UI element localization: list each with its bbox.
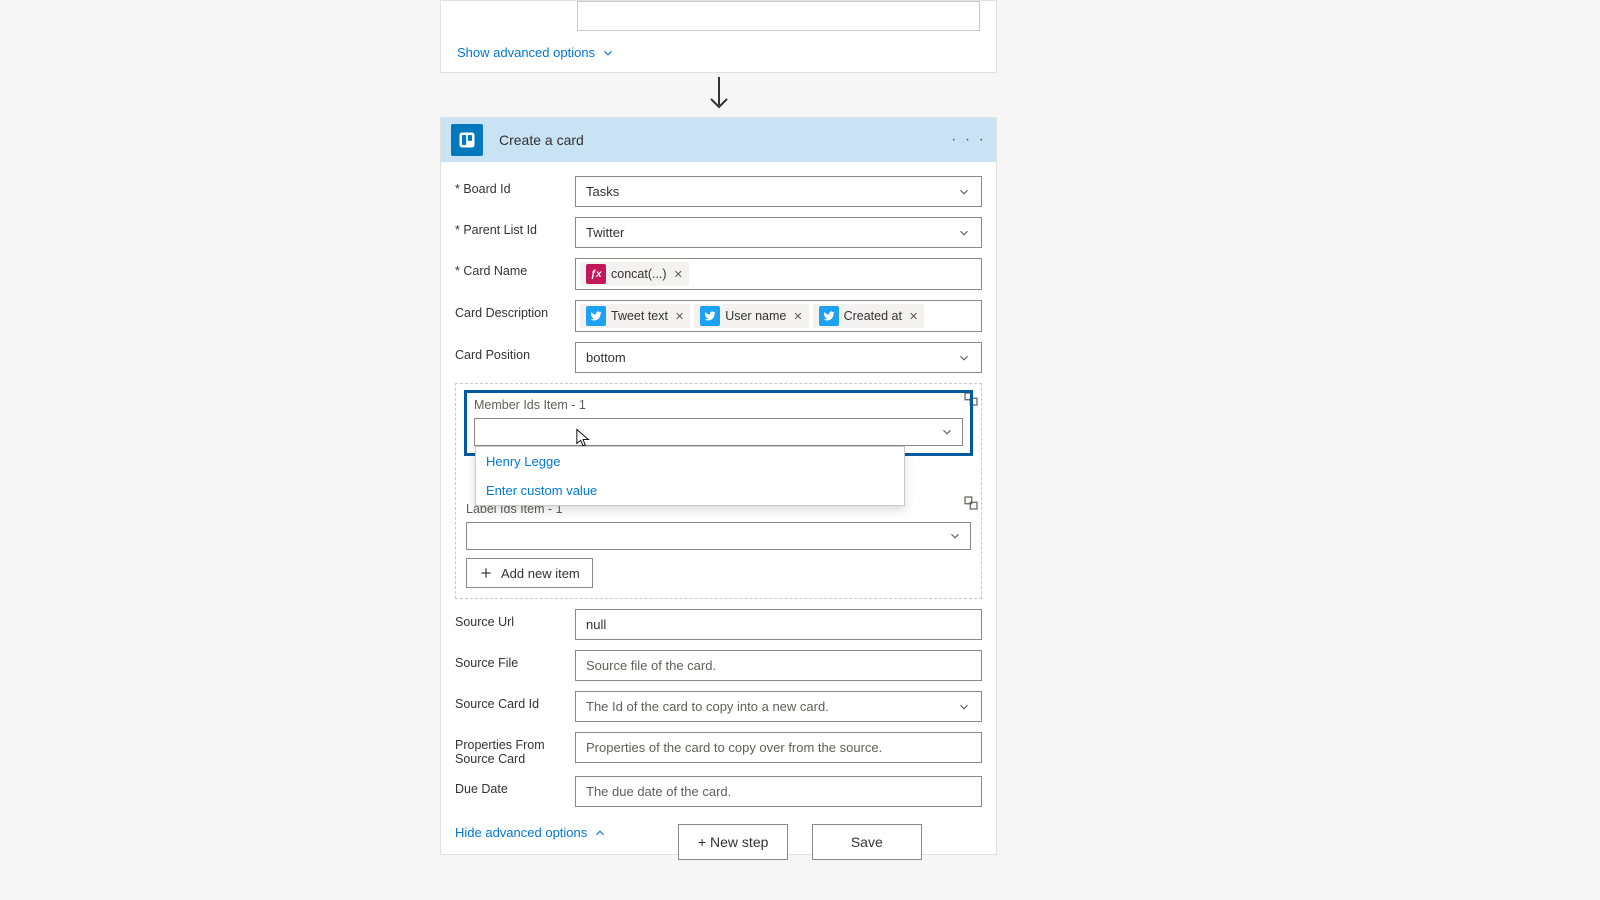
source-file-label: Source File [455, 650, 575, 670]
twitter-icon [819, 306, 839, 326]
save-button[interactable]: Save [812, 824, 922, 860]
member-option-henry[interactable]: Henry Legge [476, 447, 904, 476]
board-id-value: Tasks [586, 184, 957, 199]
create-card-action: Create a card · · · Board Id Tasks [440, 117, 997, 855]
token-remove[interactable]: ✕ [791, 310, 802, 323]
chevron-down-icon [957, 185, 971, 199]
previous-action-card: Show advanced options [440, 0, 997, 73]
card-title: Create a card [483, 132, 584, 148]
props-from-source-label: Properties From Source Card [455, 732, 575, 766]
parent-list-id-value: Twitter [586, 225, 957, 240]
member-ids-label: Member Ids Item - 1 [474, 398, 963, 412]
source-card-id-placeholder: The Id of the card to copy into a new ca… [586, 699, 957, 714]
board-id-select[interactable]: Tasks [575, 176, 982, 207]
source-card-id-label: Source Card Id [455, 691, 575, 711]
plus-icon [479, 566, 493, 580]
token-remove[interactable]: ✕ [673, 310, 684, 323]
add-new-item-button[interactable]: Add new item [466, 558, 593, 588]
chevron-down-icon [601, 46, 615, 60]
member-ids-dropdown: Henry Legge Enter custom value [475, 446, 905, 506]
card-menu-button[interactable]: · · · [951, 131, 986, 149]
twitter-icon [700, 306, 720, 326]
chevron-down-icon [957, 351, 971, 365]
token-tweet-text[interactable]: Tweet text ✕ [580, 304, 690, 328]
cursor-icon [575, 428, 591, 448]
token-text: Created at [844, 309, 902, 323]
chevron-down-icon [957, 226, 971, 240]
card-name-input[interactable]: ƒx concat(...) ✕ [575, 258, 982, 290]
card-header[interactable]: Create a card · · · [441, 118, 996, 162]
chevron-down-icon [940, 425, 954, 439]
member-ids-select[interactable] [474, 418, 963, 446]
chevron-down-icon [957, 700, 971, 714]
trello-icon [451, 124, 483, 156]
show-advanced-link[interactable]: Show advanced options [457, 45, 615, 60]
source-file-input[interactable]: Source file of the card. [575, 650, 982, 681]
card-position-label: Card Position [455, 342, 575, 362]
footer-bar: + New step Save [0, 824, 1600, 860]
board-id-label: Board Id [455, 176, 575, 196]
props-from-source-input[interactable]: Properties of the card to copy over from… [575, 732, 982, 763]
twitter-icon [586, 306, 606, 326]
token-text: concat(...) [611, 267, 667, 281]
label-ids-select[interactable] [466, 522, 971, 550]
token-fx-concat[interactable]: ƒx concat(...) ✕ [580, 262, 689, 286]
mapping-icon[interactable] [962, 494, 980, 512]
enter-custom-value[interactable]: Enter custom value [476, 476, 904, 505]
chevron-down-icon [948, 529, 962, 543]
token-text: Tweet text [611, 309, 668, 323]
token-remove[interactable]: ✕ [907, 310, 918, 323]
show-advanced-label: Show advanced options [457, 45, 595, 60]
source-url-input[interactable]: null [575, 609, 982, 640]
source-url-label: Source Url [455, 609, 575, 629]
source-card-id-select[interactable]: The Id of the card to copy into a new ca… [575, 691, 982, 722]
token-created-at[interactable]: Created at ✕ [813, 304, 925, 328]
parent-list-id-select[interactable]: Twitter [575, 217, 982, 248]
card-position-value: bottom [586, 350, 957, 365]
due-date-input[interactable]: The due date of the card. [575, 776, 982, 807]
card-description-label: Card Description [455, 300, 575, 320]
add-new-item-label: Add new item [501, 566, 580, 581]
previous-input[interactable] [577, 1, 980, 31]
flow-arrow-icon [704, 77, 734, 113]
due-date-label: Due Date [455, 776, 575, 796]
member-ids-section: Member Ids Item - 1 Henry Legge Enter cu… [455, 383, 982, 599]
card-name-label: Card Name [455, 258, 575, 278]
new-step-button[interactable]: + New step [678, 824, 788, 860]
parent-list-id-label: Parent List Id [455, 217, 575, 237]
card-position-select[interactable]: bottom [575, 342, 982, 373]
token-text: User name [725, 309, 786, 323]
fx-icon: ƒx [586, 264, 606, 284]
card-description-input[interactable]: Tweet text ✕ User name ✕ Created at [575, 300, 982, 332]
token-remove[interactable]: ✕ [672, 268, 683, 281]
token-user-name[interactable]: User name ✕ [694, 304, 808, 328]
